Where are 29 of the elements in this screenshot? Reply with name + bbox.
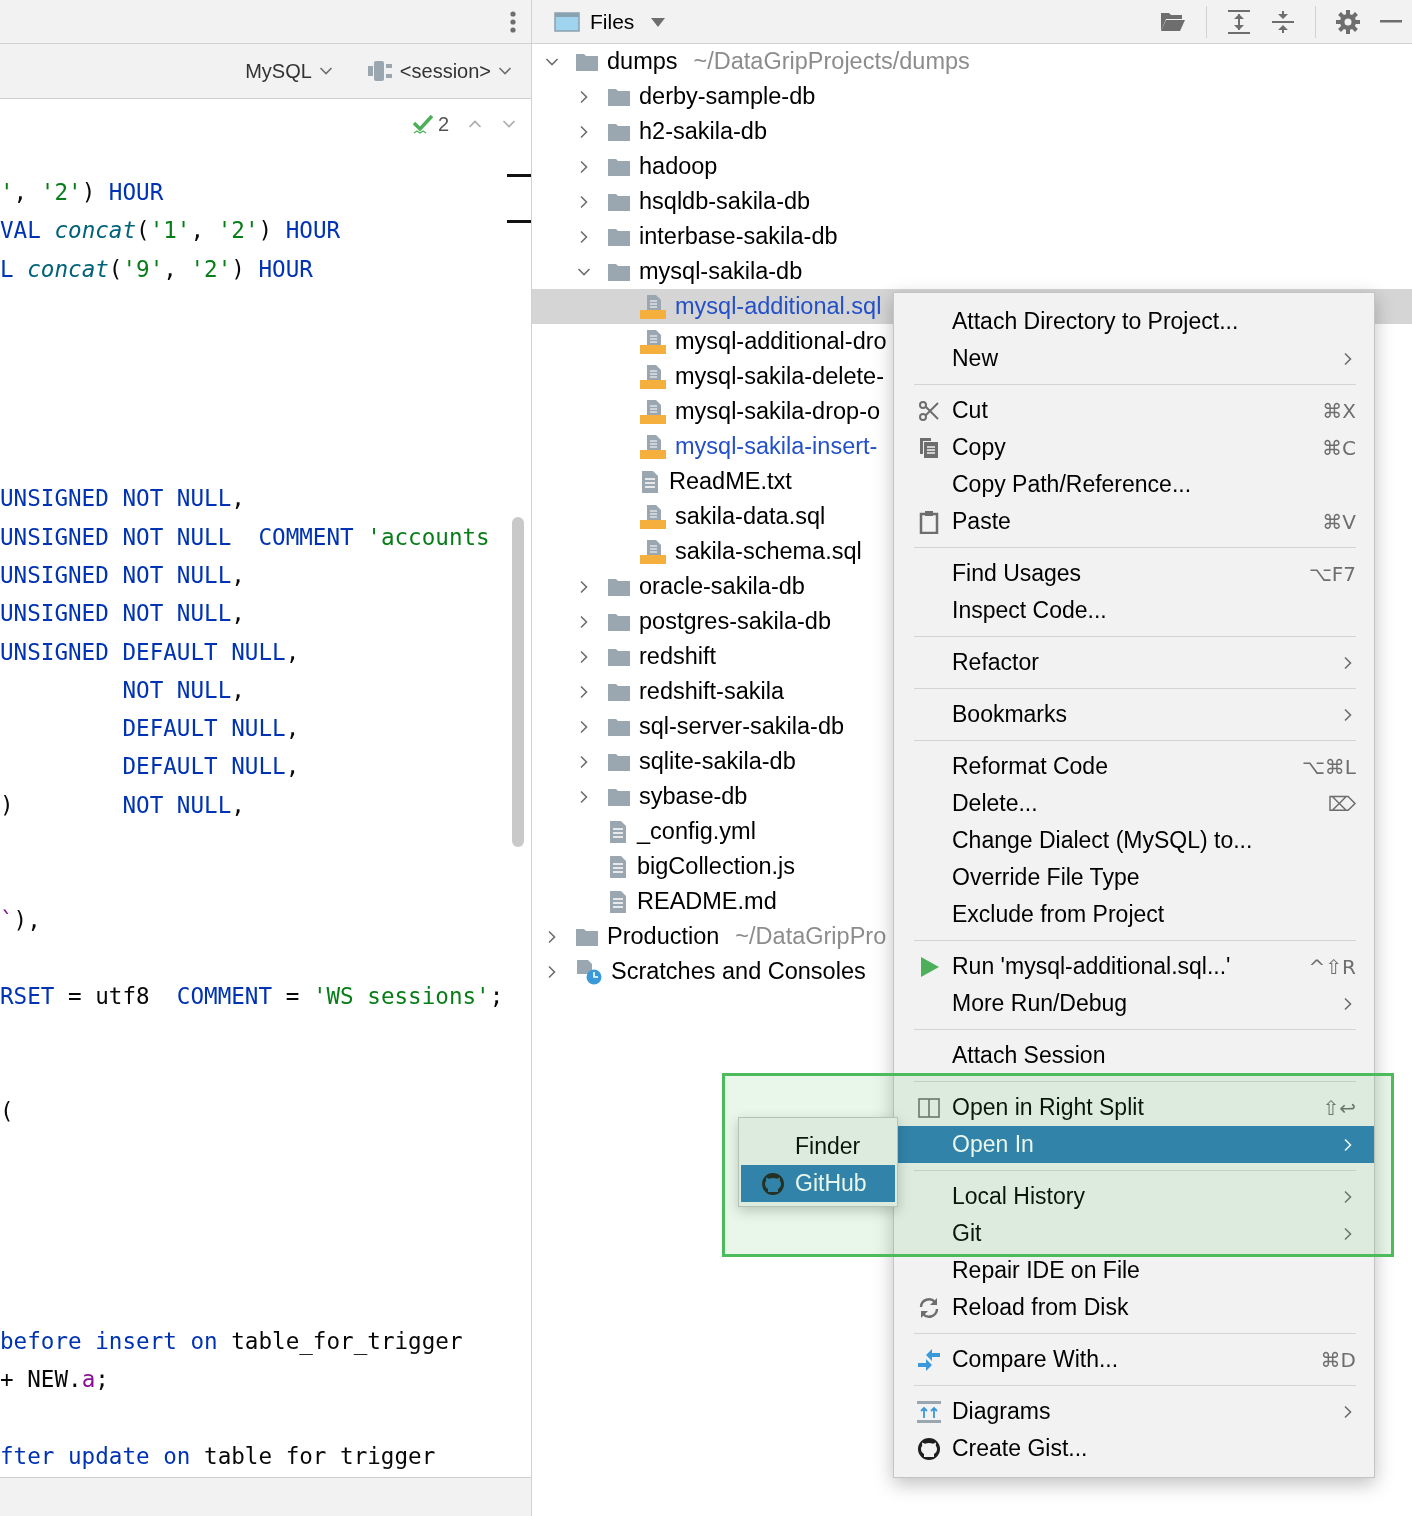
- shortcut-label: ⌘D: [1320, 1347, 1356, 1372]
- path-hint: ~/DataGripProjects/dumps: [693, 48, 970, 75]
- shortcut-label: ⌥⌘L: [1301, 754, 1356, 779]
- shortcut-label: ⌘V: [1322, 509, 1356, 534]
- code-line: L concat('9', '2') HOUR: [0, 254, 314, 284]
- code-line: UNSIGNED NOT NULL,: [0, 484, 246, 514]
- code-line: UNSIGNED NOT NULL,: [0, 560, 246, 590]
- code-line: `),: [0, 905, 42, 935]
- code-line: UNSIGNED NOT NULL,: [0, 599, 246, 629]
- shortcut-label: ^⇧R: [1308, 954, 1356, 979]
- code-line: VAL concat('1', '2') HOUR: [0, 216, 342, 246]
- code-line: NOT NULL,: [121, 675, 246, 705]
- path-hint: ~/DataGripPro: [735, 923, 887, 950]
- shortcut-label: ⇧↩: [1322, 1095, 1356, 1120]
- code-line: fter update on table for trigger: [0, 1441, 437, 1471]
- code-line: DEFAULT NULL,: [121, 714, 301, 744]
- shortcut-label: ⌘C: [1322, 435, 1356, 460]
- code-line: UNSIGNED DEFAULT NULL,: [0, 637, 301, 667]
- shortcut-label: ⌘X: [1322, 398, 1356, 423]
- shortcut-label: ⌦: [1327, 791, 1356, 816]
- code-line: before insert on table_for_trigger: [0, 1326, 464, 1357]
- code-line: + NEW.a;: [0, 1365, 110, 1395]
- code-line: RSET = utf8 COMMENT = 'WS sessions';: [0, 982, 497, 1012]
- code-line: DEFAULT NULL,: [121, 752, 301, 782]
- shortcut-label: ⌥F7: [1308, 561, 1356, 586]
- code-line: (: [0, 1097, 15, 1127]
- code-line: ', '2') HOUR: [0, 178, 165, 207]
- code-line: ) NOT NULL,: [0, 790, 246, 820]
- code-line: UNSIGNED NOT NULL COMMENT 'accounts: [0, 522, 491, 552]
